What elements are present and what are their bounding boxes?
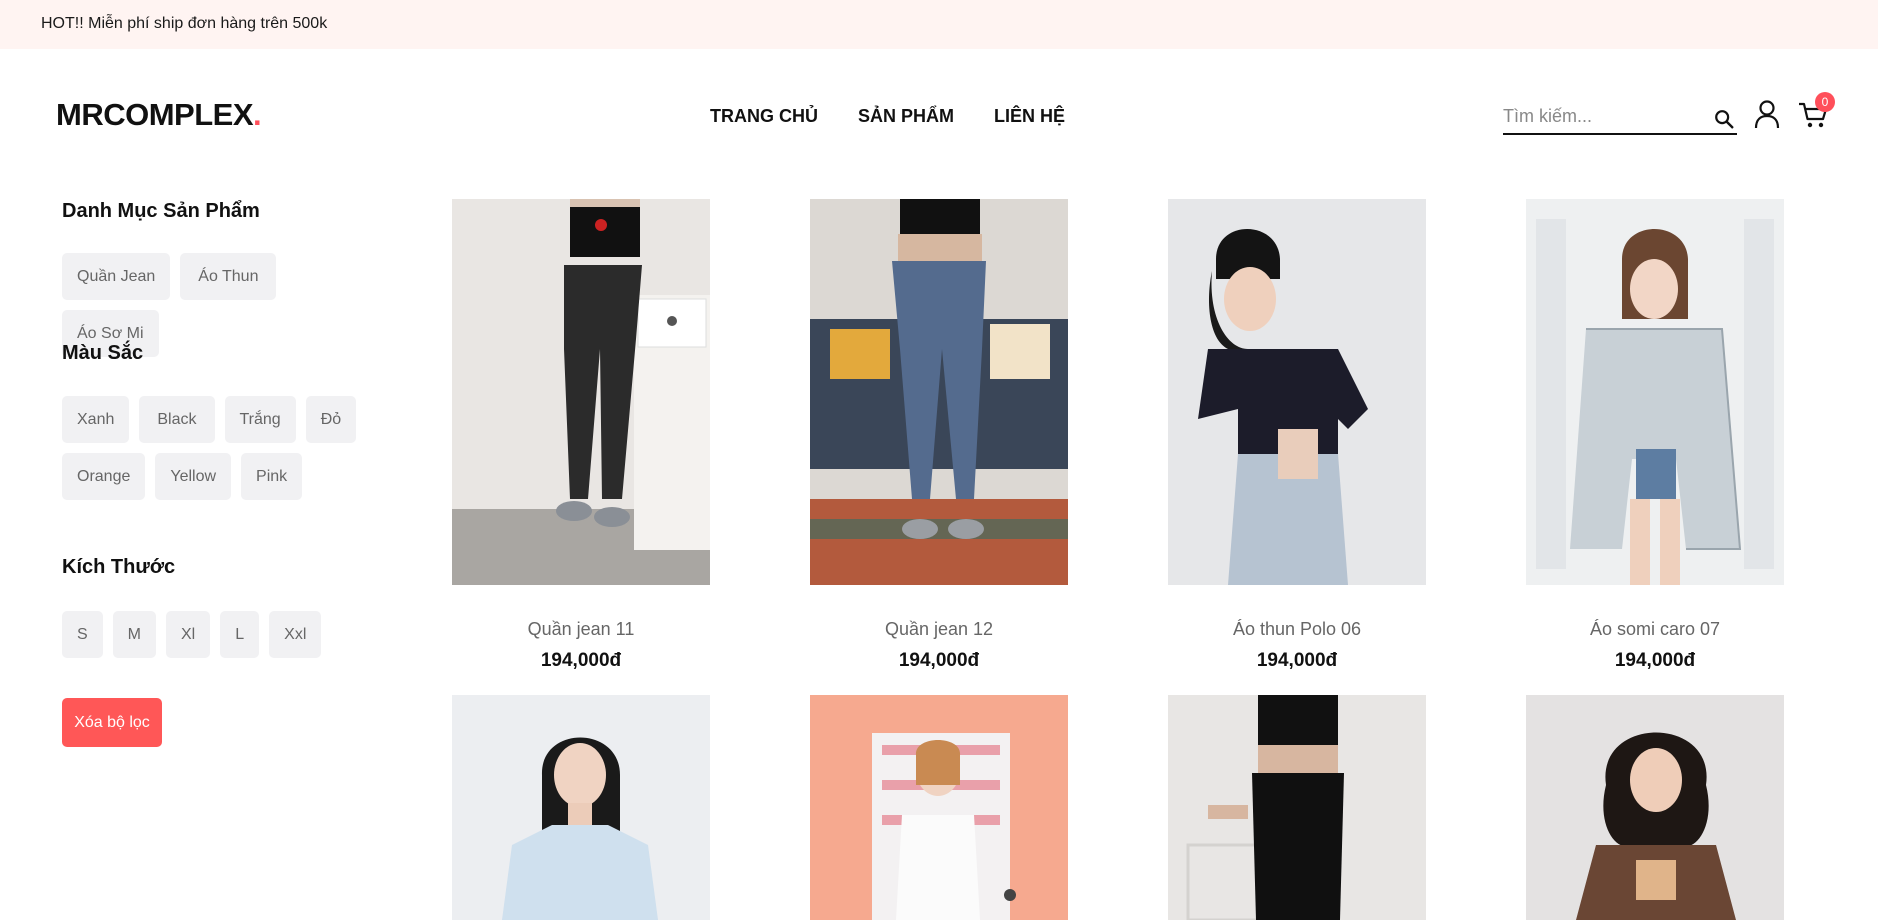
product-card[interactable]: Áo somi caro 07 194,000đ: [1526, 199, 1784, 672]
logo-dot: .: [253, 97, 262, 132]
product-image[interactable]: [1526, 199, 1784, 585]
product-name[interactable]: Áo thun Polo 06: [1168, 619, 1426, 640]
color-filter-title: Màu Sắc: [62, 342, 144, 364]
color-chip-pink[interactable]: Pink: [241, 453, 303, 500]
clear-filter-button[interactable]: Xóa bộ lọc: [62, 698, 162, 747]
product-card[interactable]: Quần jean 12 194,000đ: [810, 199, 1068, 672]
color-chip-orange[interactable]: Orange: [62, 453, 146, 500]
size-chip-xl[interactable]: Xl: [166, 611, 211, 658]
site-logo[interactable]: MRCOMPLEX.: [56, 97, 262, 133]
product-card[interactable]: Quần jean 11 194,000đ: [452, 199, 710, 672]
logo-text: MRCOMPLEX: [56, 97, 254, 132]
product-image[interactable]: [1168, 695, 1426, 920]
product-price: 194,000đ: [898, 650, 980, 671]
announcement-text: HOT!! Miễn phí ship đơn hàng trên 500k: [41, 15, 328, 32]
site-header: MRCOMPLEX. TRANG CHỦ SẢN PHẨM LIÊN HỆ 0: [0, 49, 1878, 184]
category-filter-title: Danh Mục Sản Phẩm: [62, 200, 260, 222]
product-image[interactable]: [810, 199, 1068, 585]
color-chip-xanh[interactable]: Xanh: [62, 396, 130, 443]
color-chip-do[interactable]: Đỏ: [305, 396, 357, 443]
color-chip-trang[interactable]: Trắng: [224, 396, 296, 443]
color-chip-black[interactable]: Black: [139, 396, 215, 443]
product-price: 194,000đ: [1614, 650, 1696, 671]
search-input[interactable]: [1503, 101, 1703, 131]
category-chip-jean[interactable]: Quần Jean: [62, 253, 171, 300]
product-image[interactable]: [452, 199, 710, 585]
search-icon[interactable]: [1713, 108, 1735, 130]
size-filter-list: S M Xl L Xxl: [62, 611, 382, 658]
color-filter-list: Xanh Black Trắng Đỏ Orange Yellow Pink: [62, 396, 382, 500]
product-image[interactable]: [1526, 695, 1784, 920]
size-chip-m[interactable]: M: [112, 611, 156, 658]
main-nav: TRANG CHỦ SẢN PHẨM LIÊN HỆ: [710, 106, 1065, 127]
size-chip-s[interactable]: S: [62, 611, 103, 658]
nav-home[interactable]: TRANG CHỦ: [710, 106, 818, 127]
product-image[interactable]: [810, 695, 1068, 920]
product-price: 194,000đ: [1256, 650, 1338, 671]
size-chip-l[interactable]: L: [220, 611, 260, 658]
search-box: [1503, 101, 1737, 135]
size-filter-title: Kích Thước: [62, 556, 176, 578]
product-card[interactable]: [1168, 695, 1426, 920]
product-name[interactable]: Áo somi caro 07: [1526, 619, 1784, 640]
product-image[interactable]: [1168, 199, 1426, 585]
nav-products[interactable]: SẢN PHẨM: [858, 106, 954, 127]
nav-contact[interactable]: LIÊN HỆ: [994, 106, 1065, 127]
category-chip-tshirt[interactable]: Áo Thun: [180, 253, 277, 300]
product-card[interactable]: [810, 695, 1068, 920]
product-card[interactable]: [1526, 695, 1784, 920]
cart-count-badge: 0: [1815, 92, 1835, 112]
product-card[interactable]: Áo thun Polo 06 194,000đ: [1168, 199, 1426, 672]
product-image[interactable]: [452, 695, 710, 920]
product-card[interactable]: [452, 695, 710, 920]
product-price: 194,000đ: [540, 650, 622, 671]
user-icon[interactable]: [1753, 99, 1781, 129]
product-name[interactable]: Quần jean 11: [452, 619, 710, 640]
color-chip-yellow[interactable]: Yellow: [155, 453, 232, 500]
size-chip-xxl[interactable]: Xxl: [269, 611, 322, 658]
product-name[interactable]: Quần jean 12: [810, 619, 1068, 640]
announcement-bar: HOT!! Miễn phí ship đơn hàng trên 500k: [0, 0, 1878, 49]
